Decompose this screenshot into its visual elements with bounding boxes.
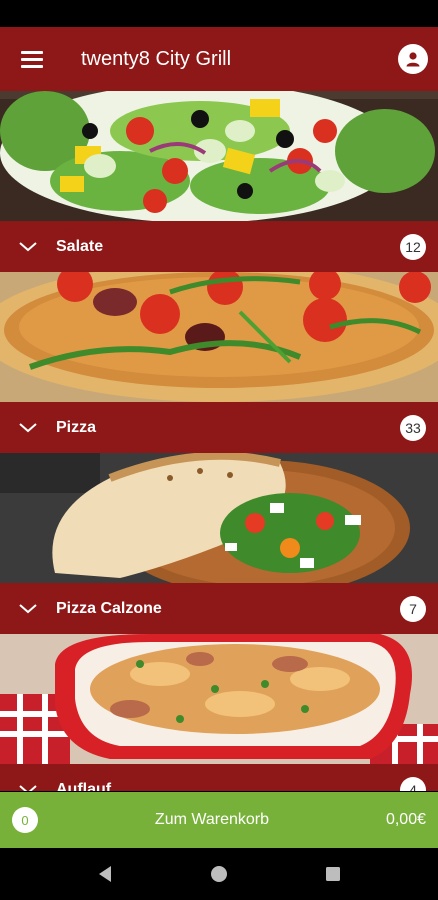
pizza-photo[interactable] [0, 272, 438, 402]
account-button[interactable] [398, 44, 428, 74]
chevron-down-icon [0, 764, 56, 791]
count-badge: 7 [400, 595, 426, 622]
app-title: twenty8 City Grill [81, 47, 232, 70]
status-bar [0, 0, 438, 27]
category-list: Salate 12 Pizza 33 Pizza Calzone 7 Aufla… [0, 91, 438, 791]
menu-button[interactable] [0, 27, 64, 91]
cart-label: Zum Warenkorb [154, 811, 270, 828]
category-label: Auflauf [56, 780, 112, 792]
cart-total: 0,00€ [385, 811, 426, 828]
home-icon [211, 866, 227, 882]
back-icon [99, 866, 111, 882]
category-label: Pizza Calzone [56, 599, 162, 617]
cart-count-badge: 0 [12, 807, 38, 833]
category-pizza-calzone[interactable]: Pizza Calzone 7 [0, 453, 438, 634]
salad-photo[interactable] [0, 91, 438, 221]
category-bar[interactable]: Pizza Calzone 7 [0, 583, 438, 634]
app-bar: twenty8 City Grill [0, 27, 438, 91]
category-bar[interactable]: Salate 12 [0, 221, 438, 272]
chevron-down-icon [0, 583, 56, 634]
recents-button[interactable] [321, 862, 345, 886]
chevron-down-icon [0, 402, 56, 453]
calzone-photo[interactable] [0, 453, 438, 583]
count-badge: 12 [400, 233, 426, 260]
category-pizza[interactable]: Pizza 33 [0, 272, 438, 453]
category-bar[interactable]: Auflauf 4 [0, 764, 438, 791]
category-label: Pizza [56, 418, 97, 436]
cart-button[interactable]: 0 Zum Warenkorb 0,00€ [0, 792, 438, 848]
back-button[interactable] [93, 862, 117, 886]
menu-icon [21, 51, 43, 68]
casserole-photo[interactable] [0, 634, 438, 764]
account-icon [406, 52, 420, 67]
count-badge: 4 [400, 776, 426, 791]
category-auflauf[interactable]: Auflauf 4 [0, 634, 438, 791]
category-salate[interactable]: Salate 12 [0, 91, 438, 272]
category-bar[interactable]: Pizza 33 [0, 402, 438, 453]
system-nav-bar [0, 848, 438, 900]
recents-icon [326, 867, 340, 881]
chevron-down-icon [0, 221, 56, 272]
count-badge: 33 [400, 414, 426, 441]
category-label: Salate [56, 237, 104, 255]
home-button[interactable] [207, 862, 231, 886]
